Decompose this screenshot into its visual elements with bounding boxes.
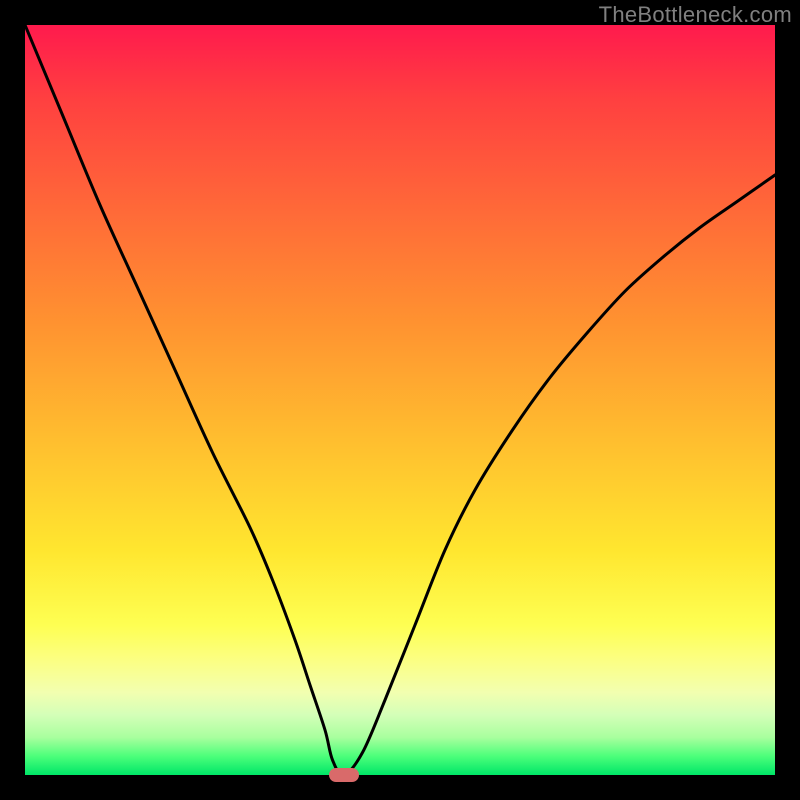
plot-area (25, 25, 775, 775)
bottleneck-curve (25, 25, 775, 775)
watermark-text: TheBottleneck.com (599, 2, 792, 28)
optimal-point-marker (329, 768, 359, 782)
chart-canvas: TheBottleneck.com (0, 0, 800, 800)
